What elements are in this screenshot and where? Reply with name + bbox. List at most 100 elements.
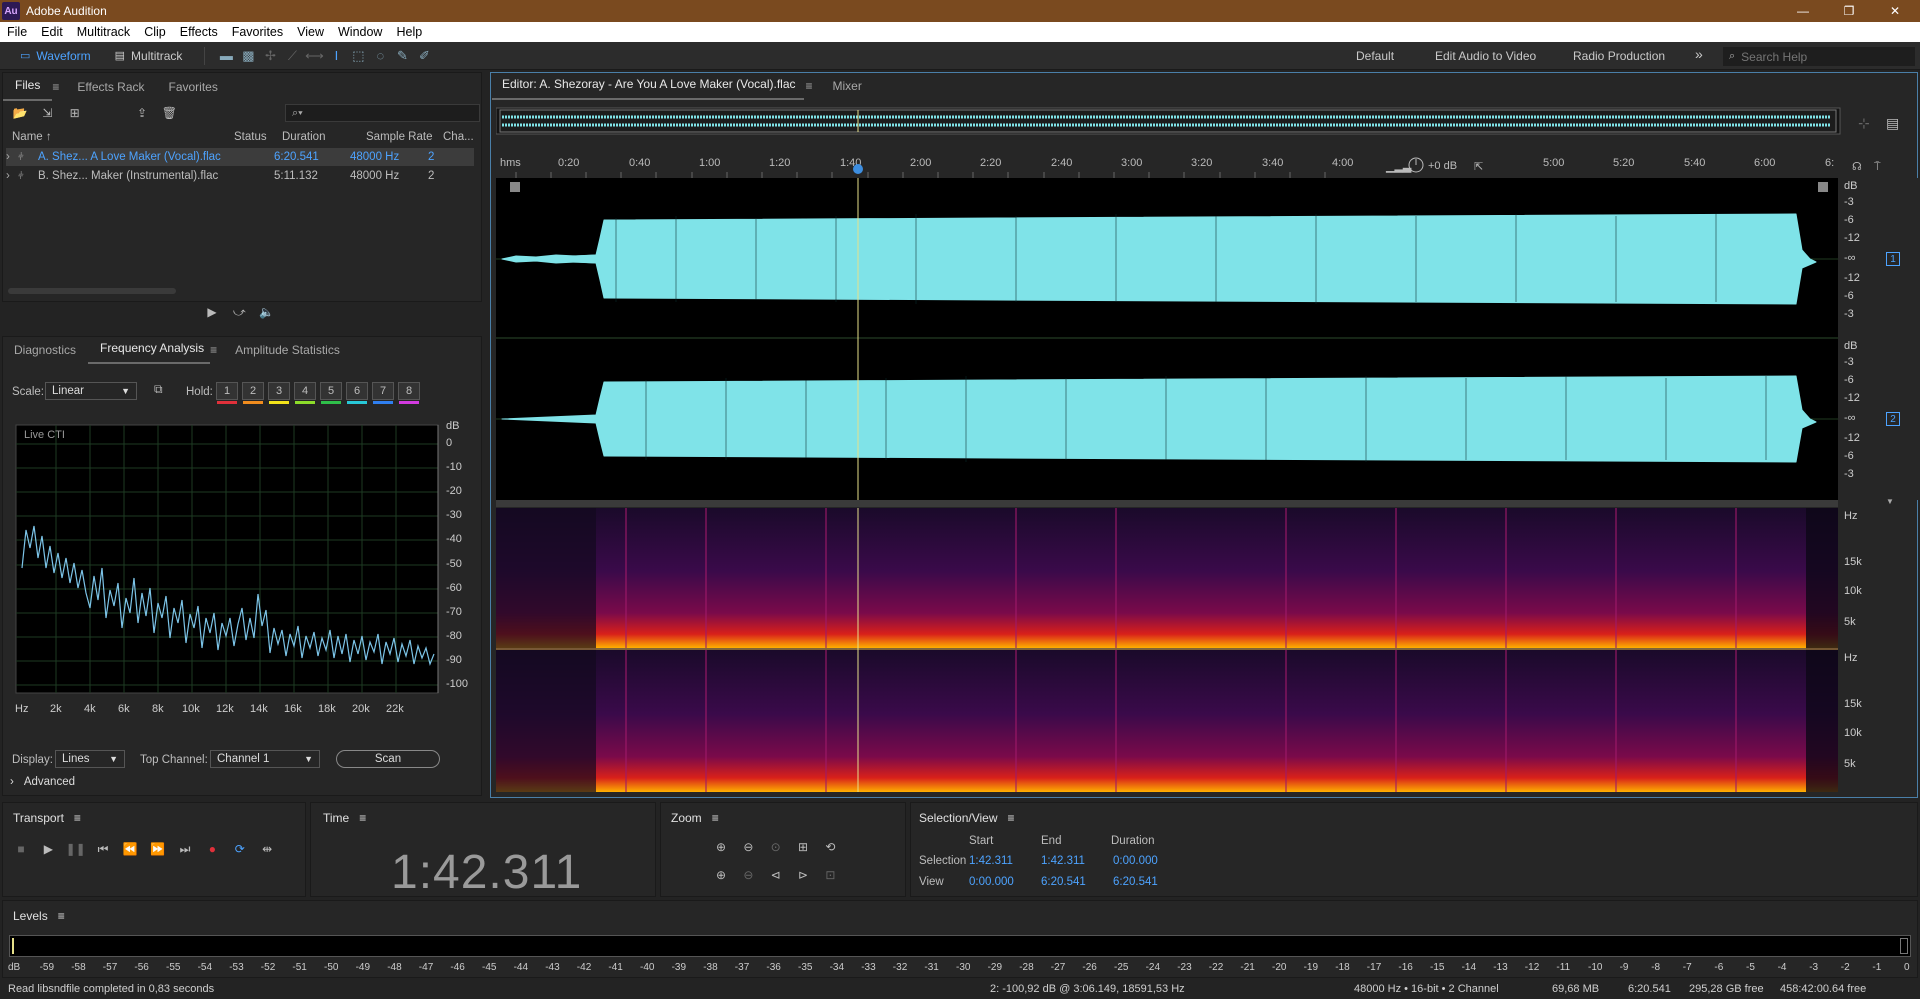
tab-mixer[interactable]: Mixer <box>821 79 874 100</box>
zoom-in-time-icon[interactable]: ⊞ <box>791 837 815 857</box>
view-start[interactable]: 0:00.000 <box>969 876 1014 888</box>
close-icon[interactable]: ✕ <box>1872 0 1918 22</box>
scale-dropdown[interactable]: Linear ▼ <box>45 382 137 400</box>
search-help-input[interactable] <box>1741 49 1902 64</box>
record-icon[interactable]: ● <box>200 839 224 859</box>
panel-menu-icon[interactable]: ≡ <box>712 811 719 825</box>
file-row[interactable]: › ⫩ B. Shez... Maker (Instrumental).flac… <box>6 167 474 185</box>
hold-button-4[interactable]: 4 <box>294 382 316 404</box>
tab-effects-rack[interactable]: Effects Rack <box>65 80 156 101</box>
tab-favorites[interactable]: Favorites <box>157 80 230 101</box>
menu-view[interactable]: View <box>290 25 331 39</box>
loop-icon[interactable]: ⟳ <box>228 839 252 859</box>
minimize-icon[interactable]: — <box>1780 0 1826 22</box>
scan-button[interactable]: Scan <box>336 750 440 768</box>
spectral-display[interactable] <box>496 508 1838 792</box>
zoom-in-icon[interactable]: ⊕ <box>709 865 733 885</box>
workspace-default[interactable]: Default <box>1356 49 1394 63</box>
panel-menu-icon[interactable]: ≡ <box>74 811 81 825</box>
pause-icon[interactable]: ❚❚ <box>64 839 88 859</box>
loop-icon[interactable]: ⤻ <box>227 303 251 323</box>
panel-menu-icon[interactable]: ≡ <box>359 811 366 825</box>
delete-icon[interactable]: 🗑 <box>157 103 181 123</box>
zoom-in-amplitude-icon[interactable]: ⊕ <box>709 837 733 857</box>
zoom-out-amplitude-icon[interactable]: ⊖ <box>736 837 760 857</box>
analysis-menu-icon[interactable]: ≡ <box>210 343 223 364</box>
zoom-selection-icon[interactable]: ⊙ <box>764 837 788 857</box>
spectral-pitch-icon[interactable]: ▩ <box>237 46 259 66</box>
zoom-out-point-icon[interactable]: ⊡ <box>818 865 842 885</box>
more-workspaces-icon[interactable]: » <box>1695 46 1703 62</box>
import-file-icon[interactable]: ⇲ <box>35 103 59 123</box>
column-sample-rate[interactable]: Sample Rate <box>366 131 432 143</box>
skip-start-icon[interactable]: ⏮ <box>91 840 115 860</box>
move-tool-icon[interactable]: ✢ <box>259 46 281 66</box>
zoom-out-full-icon[interactable]: ⊳ <box>791 865 815 885</box>
selection-duration[interactable]: 0:00.000 <box>1113 855 1158 867</box>
play-icon[interactable]: ▶ <box>36 839 60 859</box>
view-end[interactable]: 6:20.541 <box>1041 876 1086 888</box>
marquee-tool-icon[interactable]: ⬚ <box>347 46 369 66</box>
selection-start[interactable]: 1:42.311 <box>969 855 1013 867</box>
zoom-reset-icon[interactable]: ⟲ <box>818 837 842 857</box>
menu-help[interactable]: Help <box>389 25 429 39</box>
linked-icon[interactable]: ⧉ <box>154 382 163 397</box>
menu-clip[interactable]: Clip <box>137 25 173 39</box>
clip-indicator[interactable] <box>1900 938 1908 954</box>
hold-button-7[interactable]: 7 <box>372 382 394 404</box>
column-name[interactable]: Name ↑ <box>12 131 52 143</box>
advanced-toggle[interactable]: › Advanced <box>10 776 75 788</box>
hold-button-3[interactable]: 3 <box>268 382 290 404</box>
headphone-icon[interactable]: ☊ <box>1852 161 1862 173</box>
spectral-frequency-icon[interactable]: ▬ <box>215 46 237 66</box>
expand-icon[interactable]: › <box>6 151 18 163</box>
hold-button-1[interactable]: 1 <box>216 382 238 404</box>
display-dropdown[interactable]: Lines ▼ <box>55 750 125 768</box>
brush-tool-icon[interactable]: ✎ <box>391 46 413 66</box>
channel-2-toggle[interactable]: 2 <box>1886 412 1900 426</box>
rewind-icon[interactable]: ⏪ <box>118 839 142 859</box>
play-icon[interactable]: ▶ <box>200 302 224 322</box>
file-row[interactable]: › ⫩ A. Shez... A Love Maker (Vocal).flac… <box>6 148 474 166</box>
files-menu-icon[interactable]: ≡ <box>52 80 65 101</box>
restore-icon[interactable]: ❐ <box>1826 0 1872 22</box>
multitrack-mode-button[interactable]: ▤ Multitrack <box>103 45 195 67</box>
waveform-display[interactable] <box>496 178 1920 500</box>
marker-icon[interactable]: ⍑ <box>1874 161 1881 173</box>
tab-frequency-analysis[interactable]: Frequency Analysis <box>88 341 211 364</box>
skip-end-icon[interactable]: ⏭ <box>173 840 197 860</box>
menu-effects[interactable]: Effects <box>173 25 225 39</box>
slip-tool-icon[interactable]: ⟷ <box>303 46 325 66</box>
channel-1-toggle[interactable]: 1 <box>1886 252 1900 266</box>
editor-menu-icon[interactable]: ≡ <box>804 79 821 100</box>
hold-button-6[interactable]: 6 <box>346 382 368 404</box>
spot-healing-icon[interactable]: ✐ <box>413 46 435 66</box>
panel-menu-icon[interactable]: ≡ <box>1008 811 1015 825</box>
menu-multitrack[interactable]: Multitrack <box>70 25 137 39</box>
menu-edit[interactable]: Edit <box>34 25 70 39</box>
files-search-input[interactable]: ⌕▾ <box>285 104 480 122</box>
spectral-divider[interactable] <box>496 500 1838 507</box>
zoom-in-point-icon[interactable]: ⊲ <box>764 865 788 885</box>
razor-tool-icon[interactable]: ⟋ <box>281 46 303 66</box>
playhead-handle[interactable] <box>853 164 863 174</box>
fade-out-handle-icon[interactable] <box>1818 182 1828 192</box>
view-duration[interactable]: 6:20.541 <box>1113 876 1158 888</box>
fade-in-handle-icon[interactable] <box>510 182 520 192</box>
menu-window[interactable]: Window <box>331 25 389 39</box>
menu-file[interactable]: File <box>0 25 34 39</box>
overview-bar[interactable]: ⊹ ▤ <box>496 106 1916 136</box>
time-ruler[interactable]: hms 0:20 0:40 1:00 1:20 1:40 2:00 2:20 2… <box>496 152 1920 178</box>
current-time-display[interactable]: 1:42.311 <box>391 845 582 900</box>
new-file-icon[interactable]: ⊞ <box>63 103 87 123</box>
time-selection-tool-icon[interactable]: I <box>325 46 347 66</box>
tab-editor[interactable]: Editor: A. Shezoray - Are You A Love Mak… <box>492 77 804 100</box>
zoom-out-icon[interactable]: ⊖ <box>736 865 760 885</box>
tab-amplitude-statistics[interactable]: Amplitude Statistics <box>223 343 352 364</box>
chevron-down-icon[interactable]: ▼ <box>1886 497 1894 506</box>
column-duration[interactable]: Duration <box>282 131 325 143</box>
tab-diagnostics[interactable]: Diagnostics <box>2 343 88 364</box>
expand-icon[interactable]: › <box>6 170 18 182</box>
panel-menu-icon[interactable]: ≡ <box>58 909 65 923</box>
lasso-tool-icon[interactable]: ◌ <box>369 46 391 66</box>
